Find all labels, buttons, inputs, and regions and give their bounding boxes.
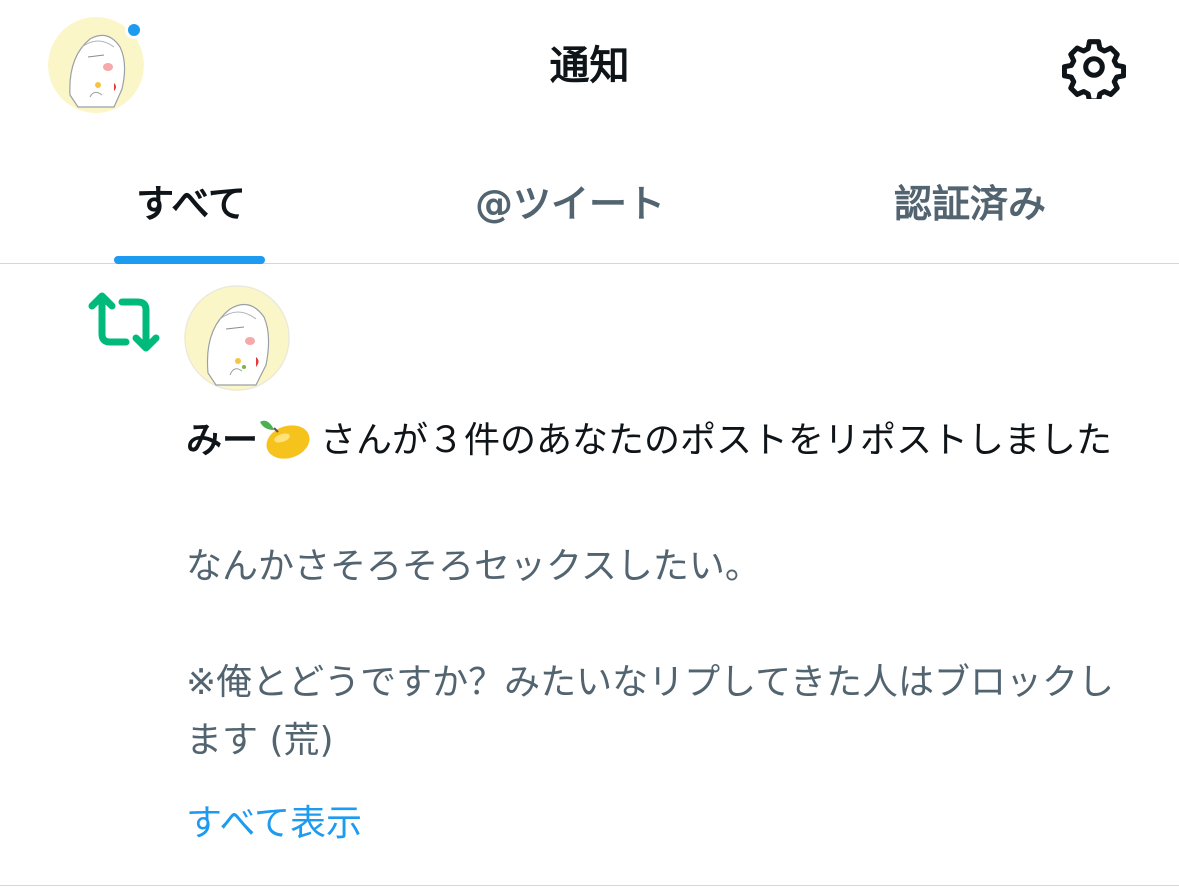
actor-avatar[interactable] — [184, 285, 290, 391]
gear-icon — [1062, 39, 1126, 99]
settings-button[interactable] — [1058, 34, 1130, 100]
notification-action-text: さんが３件のあなたのポストをリポストしました — [320, 420, 1113, 461]
tab-verified[interactable]: 認証済み — [860, 138, 1080, 262]
post-text: なんかさそろそろセックスしたい。 ※俺とどうですか？みたいなリプしてきた人はブロ… — [186, 546, 1115, 761]
notification-message: みー さんが３件のあなたのポストをリポストしました — [186, 414, 1146, 468]
tab-all[interactable]: すべて — [96, 138, 286, 262]
actor-name[interactable]: みー — [186, 420, 258, 461]
notification-tabs: すべて @ツイート 認証済み — [0, 140, 1179, 264]
notification-item[interactable]: みー さんが３件のあなたのポストをリポストしました なんかさそろそろセックスした… — [0, 264, 1179, 886]
retweet-icon — [88, 292, 160, 352]
unread-dot — [125, 21, 143, 39]
lemon-emoji-icon — [260, 420, 310, 459]
active-tab-indicator — [114, 256, 265, 264]
show-all-link[interactable]: すべて表示 — [186, 796, 362, 852]
top-bar: 通知 — [0, 0, 1179, 140]
tab-mentions[interactable]: @ツイート — [440, 138, 700, 262]
page-title: 通知 — [549, 43, 630, 89]
